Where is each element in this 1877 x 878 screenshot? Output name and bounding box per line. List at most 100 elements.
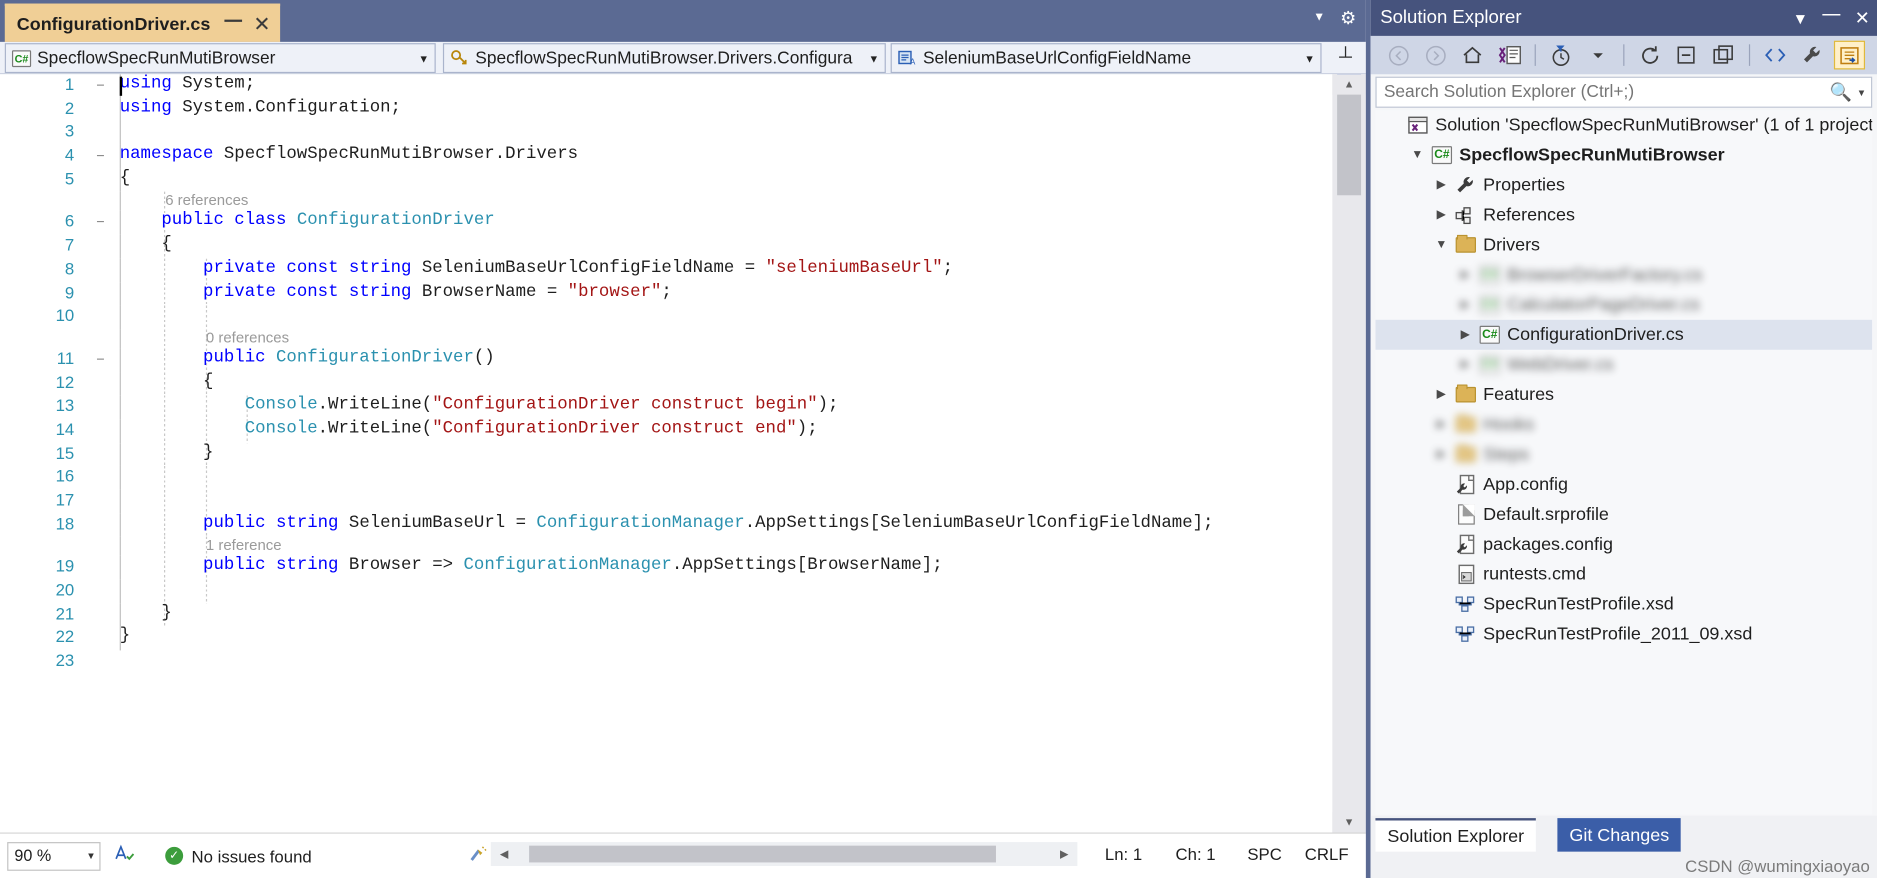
tree-item[interactable]: ▶ C# CalculatorPageDriver.cs <box>1375 290 1872 320</box>
chevron-down-icon[interactable]: ▼ <box>1793 9 1808 27</box>
home-icon[interactable] <box>1457 41 1488 70</box>
code-line[interactable]: 10 <box>0 305 1332 330</box>
code-line[interactable]: 2 using System.Configuration; <box>0 97 1332 122</box>
scrollbar-thumb[interactable] <box>1337 94 1362 196</box>
tree-item[interactable]: App.config <box>1375 470 1872 500</box>
code-line[interactable]: 12 { <box>0 371 1332 396</box>
code-line[interactable]: 22} <box>0 626 1332 651</box>
tree-item[interactable]: runtests.cmd <box>1375 559 1872 589</box>
zoom-level-selector[interactable]: 90 % ▼ <box>7 841 101 871</box>
code-line[interactable]: 13 Console.WriteLine("ConfigurationDrive… <box>0 395 1332 420</box>
tree-item[interactable]: ▼ Drivers <box>1375 230 1872 260</box>
refresh-icon[interactable] <box>1634 41 1665 70</box>
fold-toggle-icon[interactable]: − <box>93 74 107 97</box>
code-line[interactable]: 9 private const string BrowserName = "br… <box>0 282 1332 306</box>
code-line[interactable]: 16 <box>0 466 1332 490</box>
chevron-down-icon[interactable]: ▼ <box>865 52 882 64</box>
tree-item[interactable]: ▼ C# SpecflowSpecRunMutiBrowser <box>1375 140 1872 170</box>
tree-twisty-collapsed[interactable]: ▶ <box>1430 388 1452 401</box>
tree-twisty-collapsed[interactable]: ▶ <box>1430 448 1452 461</box>
fold-toggle-icon[interactable]: − <box>93 145 107 168</box>
code-cleanup-icon[interactable] <box>467 844 489 868</box>
chevron-down-icon[interactable]: ▼ <box>86 850 95 861</box>
tab-solution-explorer[interactable]: Solution Explorer <box>1375 818 1537 852</box>
hscrollbar-thumb[interactable] <box>529 845 996 863</box>
sync-with-document-icon[interactable] <box>1494 41 1525 70</box>
code-line[interactable]: 20 <box>0 579 1332 604</box>
tree-item[interactable]: ▶ C# ConfigurationDriver.cs <box>1375 319 1873 350</box>
tree-twisty-collapsed[interactable]: ▶ <box>1430 418 1452 431</box>
code-line[interactable]: 15 } <box>0 442 1332 467</box>
tree-item[interactable]: SpecRunTestProfile_2011_09.xsd <box>1375 619 1872 649</box>
solution-explorer-tree[interactable]: Solution 'SpecflowSpecRunMutiBrowser' (1… <box>1375 110 1873 815</box>
editor-horizontal-scrollbar[interactable]: ◀ ▶ <box>490 842 1078 867</box>
solution-explorer-search[interactable]: 🔍 ▼ <box>1375 76 1873 108</box>
navbar-project-dropdown[interactable]: C# SpecflowSpecRunMutiBrowser ▼ <box>4 43 436 74</box>
spellcheck-icon[interactable] <box>113 843 135 868</box>
tree-twisty-expanded[interactable]: ▼ <box>1407 149 1429 162</box>
chevron-down-icon[interactable]: ▼ <box>1301 52 1318 64</box>
preview-selected-items-icon[interactable] <box>1833 40 1866 70</box>
tree-item[interactable]: ▶ Steps <box>1375 440 1872 470</box>
tab-git-changes[interactable]: Git Changes <box>1557 818 1682 852</box>
scroll-up-icon[interactable]: ▲ <box>1332 74 1366 95</box>
show-all-files-icon[interactable] <box>1708 41 1739 70</box>
codelens-label[interactable]: 1 reference <box>206 537 282 554</box>
search-icon[interactable]: 🔍 <box>1830 81 1852 103</box>
codelens-label[interactable]: 0 references <box>206 329 289 346</box>
split-editor-icon[interactable]: ┴ <box>1332 47 1358 71</box>
chevron-down-icon[interactable]: ▼ <box>1857 87 1866 98</box>
tree-item[interactable]: packages.config <box>1375 529 1872 559</box>
code-line[interactable]: 21 } <box>0 603 1332 627</box>
tree-twisty-collapsed[interactable]: ▶ <box>1454 298 1476 311</box>
editor-vertical-scrollbar[interactable]: ▲ ▼ <box>1332 74 1366 833</box>
pending-changes-filter-icon[interactable] <box>1545 41 1576 70</box>
tree-item[interactable]: ▶ Features <box>1375 380 1872 410</box>
tree-twisty-collapsed[interactable]: ▶ <box>1430 208 1452 221</box>
tree-item[interactable]: ▶ C# BrowserDriverFactory.cs <box>1375 260 1872 290</box>
tree-twisty-collapsed[interactable]: ▶ <box>1454 328 1476 341</box>
pin-icon[interactable]: ⎻ <box>1822 8 1840 28</box>
tree-item[interactable]: ▶ Hooks <box>1375 410 1872 440</box>
tree-twisty-collapsed[interactable]: ▶ <box>1454 268 1476 281</box>
tree-item[interactable]: Default.srprofile <box>1375 499 1872 529</box>
tree-item[interactable]: ▶ C# WebDriver.cs <box>1375 350 1872 380</box>
tree-item[interactable]: SpecRunTestProfile.xsd <box>1375 589 1872 619</box>
close-icon[interactable]: ✕ <box>1855 7 1870 29</box>
view-code-icon[interactable] <box>1760 41 1791 70</box>
line-ending-indicator[interactable]: CRLF <box>1305 844 1349 863</box>
pin-icon[interactable]: ⎻ <box>225 16 242 33</box>
editor-tab-configurationdriver[interactable]: ConfigurationDriver.cs ⎻ ✕ <box>4 3 281 42</box>
chevron-down-icon[interactable]: ▼ <box>1313 11 1325 24</box>
close-icon[interactable]: ✕ <box>253 14 270 34</box>
tree-twisty-expanded[interactable]: ▼ <box>1430 238 1452 251</box>
navbar-type-dropdown[interactable]: SpecflowSpecRunMutiBrowser.Drivers.Confi… <box>442 43 886 74</box>
gear-icon[interactable]: ⚙ <box>1340 7 1356 29</box>
fold-toggle-icon[interactable]: − <box>93 211 107 234</box>
code-line[interactable]: 5{ <box>0 168 1332 193</box>
code-line[interactable]: 18 public string SeleniumBaseUrl = Confi… <box>0 513 1332 538</box>
navbar-member-dropdown[interactable]: A SeleniumBaseUrlConfigFieldName ▼ <box>890 43 1322 74</box>
search-input[interactable] <box>1383 82 1830 102</box>
collapse-all-icon[interactable] <box>1671 41 1702 70</box>
code-line[interactable]: 6− public class ConfigurationDriver <box>0 211 1332 235</box>
code-line[interactable]: 14 Console.WriteLine("ConfigurationDrive… <box>0 419 1332 443</box>
tree-item[interactable]: Solution 'SpecflowSpecRunMutiBrowser' (1… <box>1375 110 1872 140</box>
code-editor[interactable]: 1− using System; 2 using System.Configurati… <box>0 74 1333 833</box>
code-line[interactable]: 3 <box>0 121 1332 146</box>
scroll-down-icon[interactable]: ▼ <box>1332 812 1366 833</box>
code-line[interactable]: 7 { <box>0 234 1332 259</box>
tree-twisty-collapsed[interactable]: ▶ <box>1430 178 1452 191</box>
chevron-left-icon[interactable]: ◀ <box>491 842 517 866</box>
fold-toggle-icon[interactable]: − <box>93 348 107 371</box>
tree-item[interactable]: ▶ Properties <box>1375 170 1872 200</box>
code-line[interactable]: 1− using System; <box>0 74 1332 98</box>
tree-item[interactable]: ▶ References <box>1375 200 1872 230</box>
code-line[interactable]: 19 public string Browser => Configuratio… <box>0 556 1332 580</box>
code-line[interactable]: 17 <box>0 489 1332 514</box>
issues-status[interactable]: ✓ No issues found <box>165 846 312 865</box>
chevron-down-icon[interactable]: ▼ <box>415 52 432 64</box>
codelens-label[interactable]: 6 references <box>165 192 248 209</box>
code-line[interactable]: 11− public ConfigurationDriver() <box>0 348 1332 372</box>
code-line[interactable]: 8 private const string SeleniumBaseUrlCo… <box>0 258 1332 283</box>
